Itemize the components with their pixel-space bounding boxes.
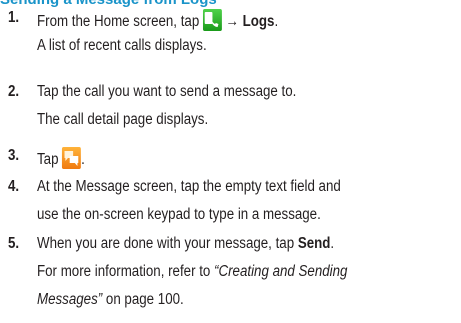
step-3-text: Tap xyxy=(37,151,59,168)
step-2-line-2: The call detail page displays. xyxy=(37,111,209,128)
cross-reference-link[interactable]: “Creating and Sending xyxy=(214,263,347,280)
phone-icon xyxy=(202,9,222,31)
step-number: 3. xyxy=(8,147,20,164)
step-2-line-1: Tap the call you want to send a message … xyxy=(37,83,297,100)
step-5-period: . xyxy=(330,235,335,252)
step-5-line-1: When you are done with your message, tap… xyxy=(37,235,334,253)
step-number: 2. xyxy=(8,83,20,100)
step-5-line-2: For more information, refer to “Creating… xyxy=(37,263,347,281)
step-1-line-1: From the Home screen, tap → Logs. xyxy=(37,9,278,31)
arrow: → xyxy=(225,13,239,30)
step-4-line-2: use the on-screen keypad to type in a me… xyxy=(37,206,321,223)
step-4-line-1: At the Message screen, tap the empty tex… xyxy=(37,178,341,195)
step-number: 1. xyxy=(8,9,20,26)
step-number: 4. xyxy=(8,178,20,195)
step-5-text: When you are done with your message, tap xyxy=(37,235,295,252)
logs-label: Logs xyxy=(242,13,275,30)
send-label: Send xyxy=(297,235,331,252)
page-reference: on page 100. xyxy=(102,291,184,308)
step-1-period: . xyxy=(274,13,279,30)
section-heading-fragment: Sending a Message from Logs xyxy=(0,0,217,8)
step-5-line-3: Messages” on page 100. xyxy=(37,291,184,309)
step-1-line-2: A list of recent calls displays. xyxy=(37,37,207,54)
step-number: 5. xyxy=(8,235,20,252)
step-1-text: From the Home screen, tap xyxy=(37,13,200,30)
step-3-period: . xyxy=(81,151,85,168)
message-icon xyxy=(62,147,82,169)
step-5-refer-text: For more information, refer to xyxy=(37,263,215,280)
cross-reference-link-cont[interactable]: Messages” xyxy=(37,291,102,308)
step-3-line-1: Tap . xyxy=(37,147,85,169)
